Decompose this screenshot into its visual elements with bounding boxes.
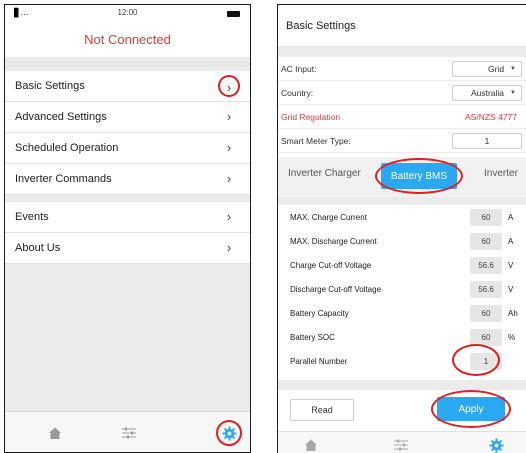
country-select[interactable]: Australia ▼ <box>452 84 522 101</box>
bms-unit: A <box>508 236 514 246</box>
tab-inverter[interactable]: Inverter <box>484 168 518 179</box>
bms-unit: Ah <box>508 308 518 318</box>
smart-meter-field[interactable]: Smart Meter Type: 1 <box>278 129 526 153</box>
sliders-icon[interactable] <box>117 421 141 445</box>
tab-inverter-charger[interactable]: Inverter Charger <box>288 168 361 179</box>
menu-item-about-us[interactable]: About Us › <box>5 233 250 264</box>
bms-label: Charge Cut-off Voltage <box>290 260 372 270</box>
left-phone-screen: ▐▌… 12:00 Not Connected Basic Settings ›… <box>4 4 251 453</box>
bms-row-battery-capacity: Battery Capacity 60 Ah <box>278 301 526 325</box>
empty-area <box>5 264 250 412</box>
bms-row-max-charge-current: MAX. Charge Current 60 A <box>278 205 526 229</box>
chevron-right-icon[interactable]: › <box>218 137 240 159</box>
grid-regulation-field: Grid Regulation AS/NZS 4777 <box>278 105 526 129</box>
select-value: Grid <box>487 63 505 74</box>
menu-item-label: Scheduled Operation <box>15 142 119 154</box>
bms-label: Parallel Number <box>290 356 348 366</box>
chevron-right-icon[interactable]: › <box>218 106 240 128</box>
bms-row-charge-cutoff-voltage: Charge Cut-off Voltage 56.6 V <box>278 253 526 277</box>
home-icon[interactable] <box>43 421 67 445</box>
bottom-tab-bar <box>278 431 526 453</box>
field-label: Country: <box>281 87 314 98</box>
bms-label: Battery SOC <box>290 332 335 342</box>
bms-row-battery-soc: Battery SOC 60 % <box>278 325 526 349</box>
gear-icon[interactable] <box>484 433 508 453</box>
bms-value-input[interactable]: 60 <box>470 304 502 322</box>
annotation-circle <box>431 390 511 428</box>
menu-item-advanced-settings[interactable]: Advanced Settings › <box>5 102 250 133</box>
page-title: Basic Settings <box>278 5 526 47</box>
bms-row-max-discharge-current: MAX. Discharge Current 60 A <box>278 229 526 253</box>
annotation-circle <box>375 158 463 194</box>
menu-item-label: About Us <box>15 242 61 254</box>
select-value: Australia <box>470 87 505 98</box>
bms-label: MAX. Charge Current <box>290 212 367 222</box>
bms-unit: V <box>508 284 514 294</box>
bms-value-input[interactable]: 56.6 <box>470 280 502 298</box>
bms-label: MAX. Discharge Current <box>290 236 377 246</box>
sliders-icon[interactable] <box>389 433 413 453</box>
menu-item-label: Basic Settings <box>15 80 85 92</box>
connection-status: Not Connected <box>84 31 171 47</box>
section-gap <box>278 197 526 205</box>
menu-item-basic-settings[interactable]: Basic Settings › <box>5 71 250 102</box>
caret-down-icon: ▼ <box>510 89 516 96</box>
smart-meter-input[interactable]: 1 <box>452 132 522 149</box>
field-label: Smart Meter Type: <box>281 135 351 146</box>
bms-value-input[interactable]: 60 <box>470 232 502 250</box>
field-label: Grid Regulation <box>281 111 341 122</box>
bms-label: Battery Capacity <box>290 308 349 318</box>
caret-down-icon: ▼ <box>510 65 516 72</box>
bms-value-input[interactable]: 60 <box>470 208 502 226</box>
battery-icon <box>227 11 240 17</box>
bms-unit: % <box>508 332 516 342</box>
bms-value-input[interactable]: 60 <box>470 328 502 346</box>
section-gap <box>5 57 250 71</box>
menu-item-inverter-commands[interactable]: Inverter Commands › <box>5 164 250 195</box>
country-field[interactable]: Country: Australia ▼ <box>278 81 526 105</box>
bms-row-discharge-cutoff-voltage: Discharge Cut-off Voltage 56.6 V <box>278 277 526 301</box>
section-gap <box>278 380 526 390</box>
bms-unit: A <box>508 212 514 222</box>
status-bar: ▐▌… 12:00 <box>5 5 250 21</box>
chevron-right-icon[interactable]: › <box>218 237 240 259</box>
section-gap <box>5 195 250 202</box>
menu-item-label: Advanced Settings <box>15 111 107 123</box>
gear-icon[interactable] <box>216 420 242 446</box>
bottom-tab-bar <box>5 411 250 452</box>
right-phone-screen: Basic Settings AC Input: Grid ▼ Country: … <box>277 4 526 453</box>
chevron-right-icon[interactable]: › <box>218 168 240 190</box>
chevron-right-icon[interactable]: › <box>218 75 240 97</box>
ac-input-select[interactable]: Grid ▼ <box>452 60 522 77</box>
home-icon[interactable] <box>299 433 323 453</box>
connection-header: Not Connected <box>5 21 250 57</box>
menu-item-label: Inverter Commands <box>15 173 112 185</box>
field-label: AC Input: <box>281 63 317 74</box>
ac-input-field[interactable]: AC Input: Grid ▼ <box>278 57 526 81</box>
section-gap <box>278 47 526 57</box>
annotation-circle <box>452 344 500 376</box>
menu-item-scheduled-operation[interactable]: Scheduled Operation › <box>5 133 250 164</box>
bms-unit: V <box>508 260 514 270</box>
bms-value-input[interactable]: 56.6 <box>470 256 502 274</box>
menu-item-label: Events <box>15 211 49 223</box>
grid-regulation-value: AS/NZS 4777 <box>452 108 522 125</box>
read-button[interactable]: Read <box>290 399 354 421</box>
menu-item-events[interactable]: Events › <box>5 202 250 233</box>
bms-label: Discharge Cut-off Voltage <box>290 284 382 294</box>
status-time: 12:00 <box>117 8 138 17</box>
chevron-right-icon[interactable]: › <box>218 206 240 228</box>
